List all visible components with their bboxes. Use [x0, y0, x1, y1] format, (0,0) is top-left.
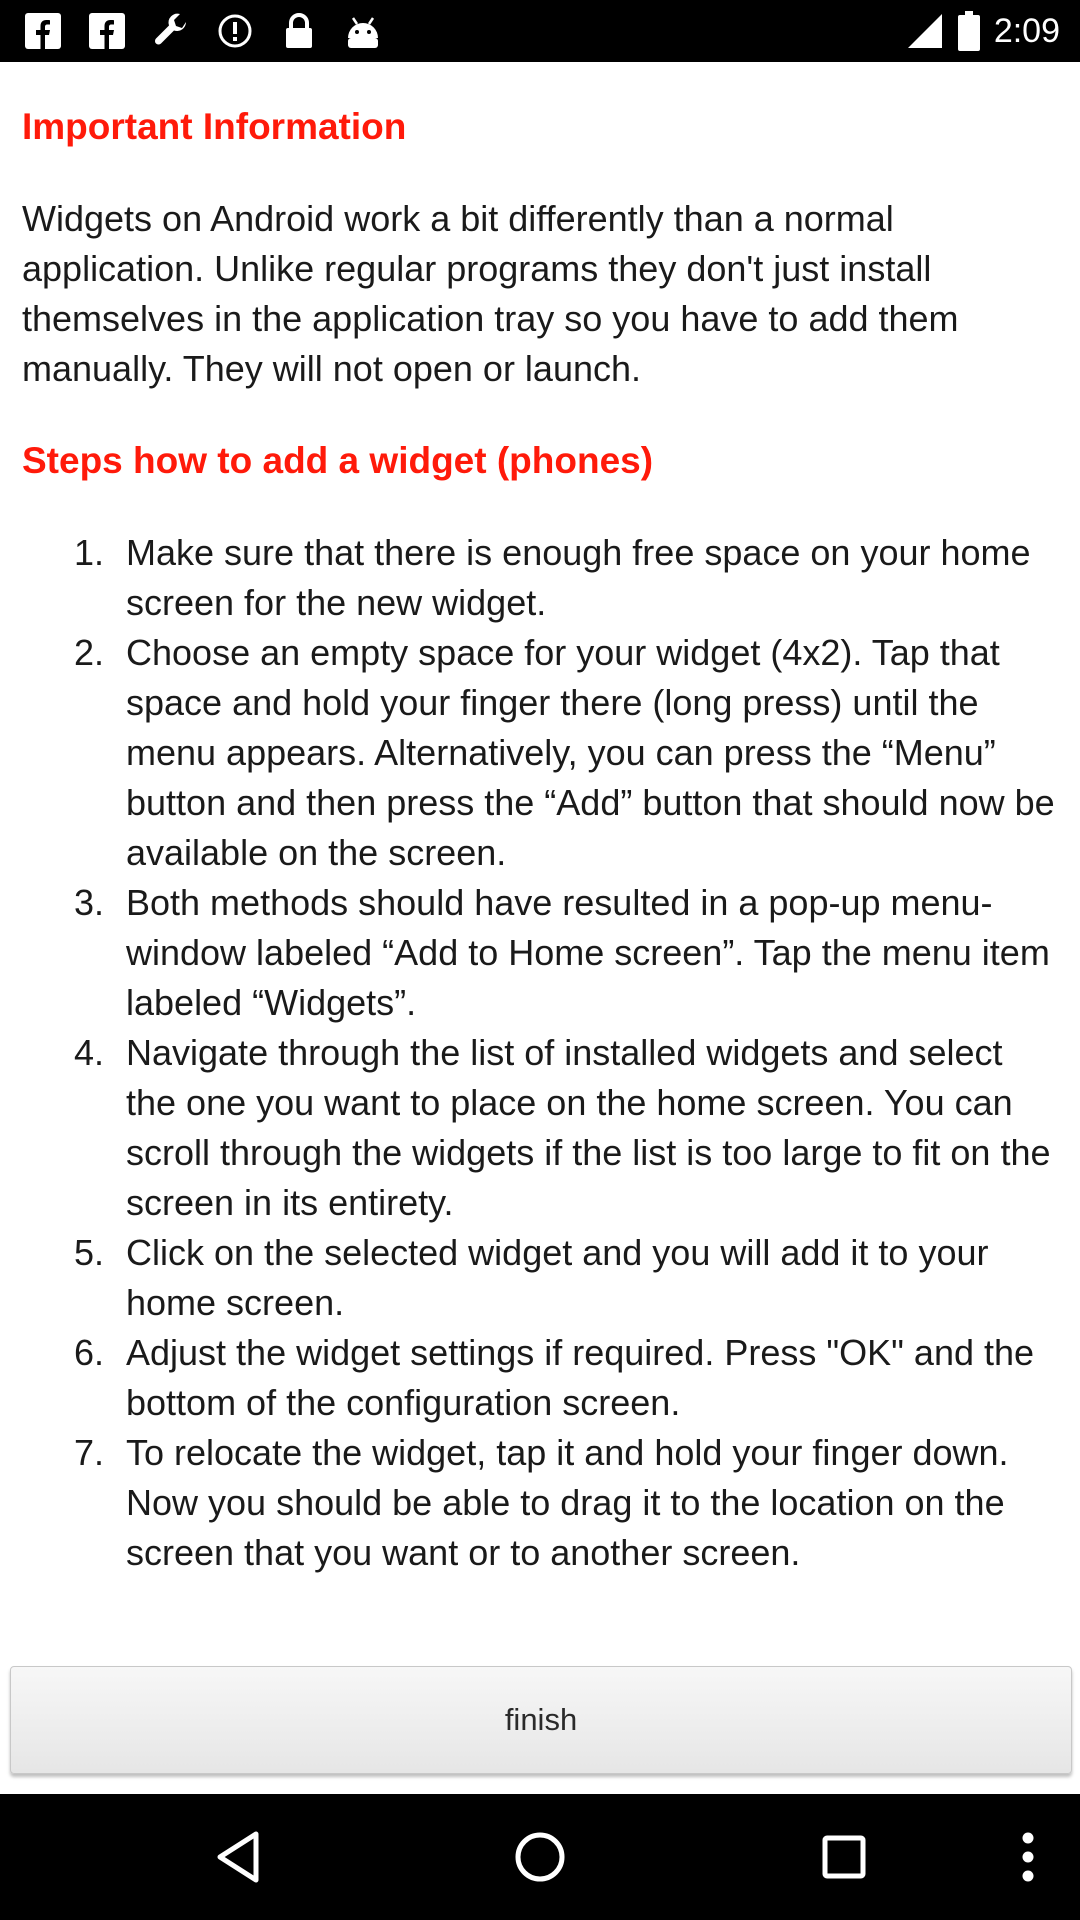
facebook-icon: [86, 10, 128, 52]
android-icon: [342, 10, 384, 52]
list-item: 7. To relocate the widget, tap it and ho…: [22, 1428, 1058, 1578]
wrench-icon: [150, 10, 192, 52]
back-icon[interactable]: [168, 1794, 308, 1920]
steps-list: 1. Make sure that there is enough free s…: [22, 528, 1058, 1578]
steps-heading: Steps how to add a widget (phones): [22, 440, 654, 481]
step-number: 7.: [73, 1432, 104, 1473]
info-content[interactable]: Important Information Widgets on Android…: [0, 62, 1080, 1662]
step-number: 6.: [73, 1332, 104, 1373]
step-number: 3.: [73, 882, 104, 923]
step-text: Click on the selected widget and you wil…: [126, 1232, 989, 1323]
button-bar: finish: [0, 1662, 1080, 1794]
signal-icon: [906, 12, 944, 50]
step-text: To relocate the widget, tap it and hold …: [126, 1432, 1009, 1573]
step-number: 5.: [73, 1232, 104, 1273]
list-item: 1. Make sure that there is enough free s…: [22, 528, 1058, 628]
step-text: Navigate through the list of installed w…: [126, 1032, 1051, 1223]
battery-icon: [957, 11, 980, 51]
page-title: Important Information: [22, 106, 407, 147]
home-icon[interactable]: [470, 1794, 610, 1920]
step-text: Both methods should have resulted in a p…: [126, 882, 1050, 1023]
list-item: 4. Navigate through the list of installe…: [22, 1028, 1058, 1228]
alert-circle-icon: [214, 10, 256, 52]
step-number: 4.: [73, 1032, 104, 1073]
clock: 2:09: [993, 11, 1060, 50]
list-item: 2. Choose an empty space for your widget…: [22, 628, 1058, 878]
system-status: 2:09: [906, 0, 1060, 62]
list-item: 6. Adjust the widget settings if require…: [22, 1328, 1058, 1428]
recents-icon[interactable]: [774, 1794, 914, 1920]
lock-icon: [278, 10, 320, 52]
list-item: 5. Click on the selected widget and you …: [22, 1228, 1058, 1328]
step-number: 2.: [73, 632, 104, 673]
finish-button[interactable]: finish: [10, 1666, 1072, 1774]
notification-icons: [22, 10, 384, 52]
list-item: 3. Both methods should have resulted in …: [22, 878, 1058, 1028]
step-text: Make sure that there is enough free spac…: [126, 532, 1031, 623]
step-text: Choose an empty space for your widget (4…: [126, 632, 1055, 873]
navigation-bar: [0, 1794, 1080, 1920]
step-text: Adjust the widget settings if required. …: [126, 1332, 1035, 1423]
overflow-menu-icon[interactable]: [958, 1794, 1080, 1920]
step-number: 1.: [73, 532, 104, 573]
status-bar: 2:09: [0, 0, 1080, 62]
facebook-icon: [22, 10, 64, 52]
intro-paragraph: Widgets on Android work a bit differentl…: [22, 198, 959, 389]
